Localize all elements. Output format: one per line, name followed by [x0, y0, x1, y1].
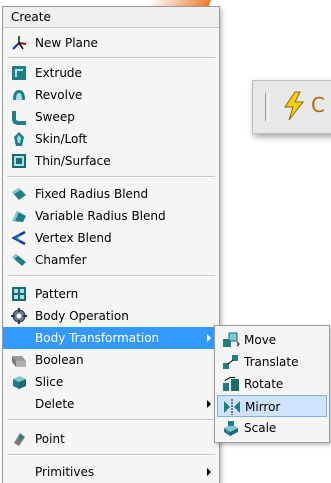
menu-item-body-transformation[interactable]: Body Transformation — [3, 327, 219, 349]
submenu-item-label: Rotate — [244, 377, 284, 391]
menu-item-slice[interactable]: Slice — [3, 371, 219, 393]
menu-item-skin-loft[interactable]: Skin/Loft — [3, 128, 219, 150]
menu-divider — [7, 176, 215, 178]
variable-radius-blend-icon — [12, 211, 26, 222]
menu-item-pattern[interactable]: Pattern — [3, 283, 219, 305]
screen: C Create New Plane Extrude Revolve Sweep… — [0, 0, 331, 483]
submenu-arrow-icon — [207, 400, 211, 408]
submenu-item-scale[interactable]: Scale — [217, 417, 327, 439]
menu-item-variable-radius-blend[interactable]: Variable Radius Blend — [3, 205, 219, 227]
rotate-icon — [223, 376, 239, 391]
menu-item-label: Skin/Loft — [35, 132, 88, 146]
menu-item-primitives[interactable]: Primitives — [3, 461, 219, 483]
menu-item-vertex-blend[interactable]: Vertex Blend — [3, 227, 219, 249]
toolbar-clipped-text: C — [311, 93, 325, 117]
menu-title[interactable]: Create — [3, 7, 219, 28]
menu-item-point[interactable]: Point — [3, 428, 219, 450]
menu-item-body-operation[interactable]: Body Operation — [3, 305, 219, 327]
menu-item-label: Boolean — [35, 353, 84, 367]
submenu-item-translate[interactable]: Translate — [217, 351, 327, 373]
menu-item-label: New Plane — [35, 36, 98, 50]
scale-icon — [224, 421, 238, 436]
submenu-item-label: Mirror — [245, 400, 281, 414]
fixed-radius-blend-icon — [12, 188, 26, 200]
submenu-item-mirror[interactable]: Mirror — [217, 395, 327, 417]
submenu-item-label: Scale — [244, 421, 277, 435]
menu-item-label: Primitives — [35, 465, 95, 479]
menu-item-chamfer[interactable]: Chamfer — [3, 249, 219, 271]
menu-item-revolve[interactable]: Revolve — [3, 84, 219, 106]
menu-divider — [7, 419, 215, 421]
menu-divider — [7, 454, 215, 456]
slice-icon — [13, 376, 26, 389]
menu-item-label: Fixed Radius Blend — [35, 187, 149, 201]
new-plane-icon — [12, 36, 27, 50]
pattern-icon — [12, 287, 26, 301]
submenu-item-rotate[interactable]: Rotate — [217, 373, 327, 395]
create-menu: Create New Plane Extrude Revolve Sweep S… — [2, 6, 220, 483]
submenu-arrow-icon — [207, 468, 211, 476]
menu-divider — [7, 275, 215, 277]
menu-item-label: Delete — [35, 397, 75, 411]
vertex-blend-icon — [11, 230, 26, 246]
menu-item-label: Point — [35, 432, 65, 446]
menu-item-label: Variable Radius Blend — [35, 209, 166, 223]
background-toolbar: C — [252, 80, 331, 134]
menu-item-fixed-radius-blend[interactable]: Fixed Radius Blend — [3, 183, 219, 205]
menu-item-thin-surface[interactable]: Thin/Surface — [3, 150, 219, 172]
body-transformation-submenu: Move Translate Rotate Mirror Scale — [214, 325, 330, 443]
move-icon — [223, 332, 240, 347]
submenu-item-label: Move — [244, 333, 277, 347]
menu-item-label: Sweep — [35, 110, 75, 124]
thin-surface-icon — [12, 154, 26, 168]
menu-item-boolean[interactable]: Boolean — [3, 349, 219, 371]
menu-item-sweep[interactable]: Sweep — [3, 106, 219, 128]
body-operation-icon — [11, 308, 27, 324]
lightning-bolt-icon — [284, 91, 305, 121]
menu-item-label: Vertex Blend — [35, 231, 112, 245]
menu-item-new-plane[interactable]: New Plane — [3, 32, 219, 54]
menu-item-label: Body Operation — [35, 309, 129, 323]
menu-item-label: Chamfer — [35, 253, 87, 267]
chamfer-icon — [12, 254, 26, 266]
menu-item-extrude[interactable]: Extrude — [3, 62, 219, 84]
sweep-icon — [12, 111, 26, 125]
menu-divider — [7, 57, 215, 59]
toolbar-separator — [265, 93, 269, 121]
menu-item-label: Pattern — [35, 287, 79, 301]
menu-item-delete[interactable]: Delete — [3, 393, 219, 415]
menu-item-label: Extrude — [35, 66, 82, 80]
menu-item-label: Body Transformation — [35, 331, 160, 345]
menu-item-label: Thin/Surface — [35, 154, 111, 168]
mirror-icon — [224, 399, 240, 415]
extrude-icon — [12, 66, 26, 80]
skin-loft-icon — [14, 132, 24, 146]
boolean-icon — [12, 356, 26, 367]
menu-item-label: Revolve — [35, 88, 83, 102]
submenu-item-label: Translate — [244, 355, 299, 369]
submenu-item-move[interactable]: Move — [217, 329, 327, 351]
translate-icon — [223, 355, 238, 369]
menu-item-label: Slice — [35, 375, 64, 389]
point-icon — [14, 433, 25, 446]
revolve-icon — [13, 90, 25, 100]
submenu-arrow-icon — [207, 334, 211, 342]
